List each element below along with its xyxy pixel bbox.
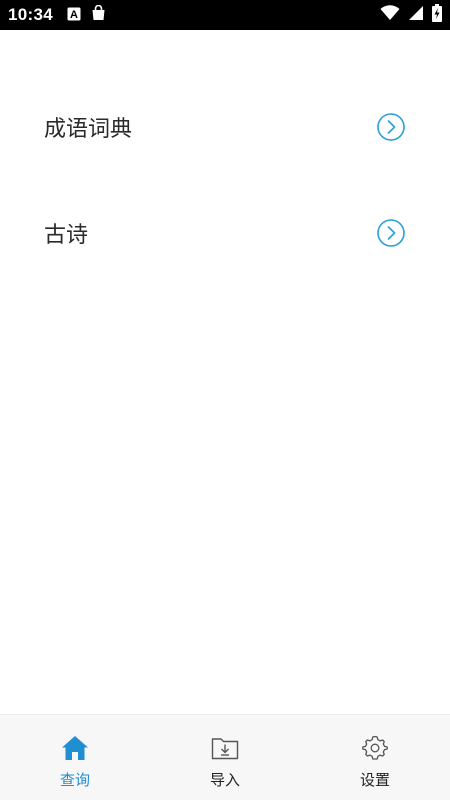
status-left-icons: A bbox=[67, 4, 106, 25]
nav-item-settings[interactable]: 设置 bbox=[300, 715, 450, 800]
nav-item-import[interactable]: 导入 bbox=[150, 715, 300, 800]
status-bar: 10:34 A bbox=[0, 0, 450, 30]
shopping-bag-icon bbox=[91, 4, 106, 25]
battery-charging-icon bbox=[432, 4, 442, 26]
nav-label: 设置 bbox=[359, 771, 390, 789]
signal-icon bbox=[408, 5, 424, 25]
status-right-icons bbox=[380, 4, 442, 26]
home-icon bbox=[60, 733, 90, 763]
svg-text:A: A bbox=[70, 9, 78, 21]
bottom-nav: 查询 导入 设置 bbox=[0, 714, 450, 800]
nav-item-query[interactable]: 查询 bbox=[0, 715, 150, 800]
wifi-icon bbox=[380, 5, 400, 25]
keyboard-a-icon: A bbox=[67, 6, 81, 25]
settings-gear-icon bbox=[360, 733, 390, 763]
list-item-ancient-poems[interactable]: 古诗 bbox=[0, 201, 450, 265]
nav-label: 查询 bbox=[59, 771, 90, 789]
list-item-label: 古诗 bbox=[44, 223, 89, 248]
folder-import-icon bbox=[210, 733, 240, 763]
nav-label: 导入 bbox=[209, 771, 240, 789]
list-item-idiom-dictionary[interactable]: 成语词典 bbox=[0, 95, 450, 159]
chevron-right-circle-icon[interactable] bbox=[376, 218, 406, 248]
status-time: 10:34 bbox=[8, 5, 53, 24]
chevron-right-circle-icon[interactable] bbox=[376, 112, 406, 142]
list-item-label: 成语词典 bbox=[44, 117, 133, 142]
